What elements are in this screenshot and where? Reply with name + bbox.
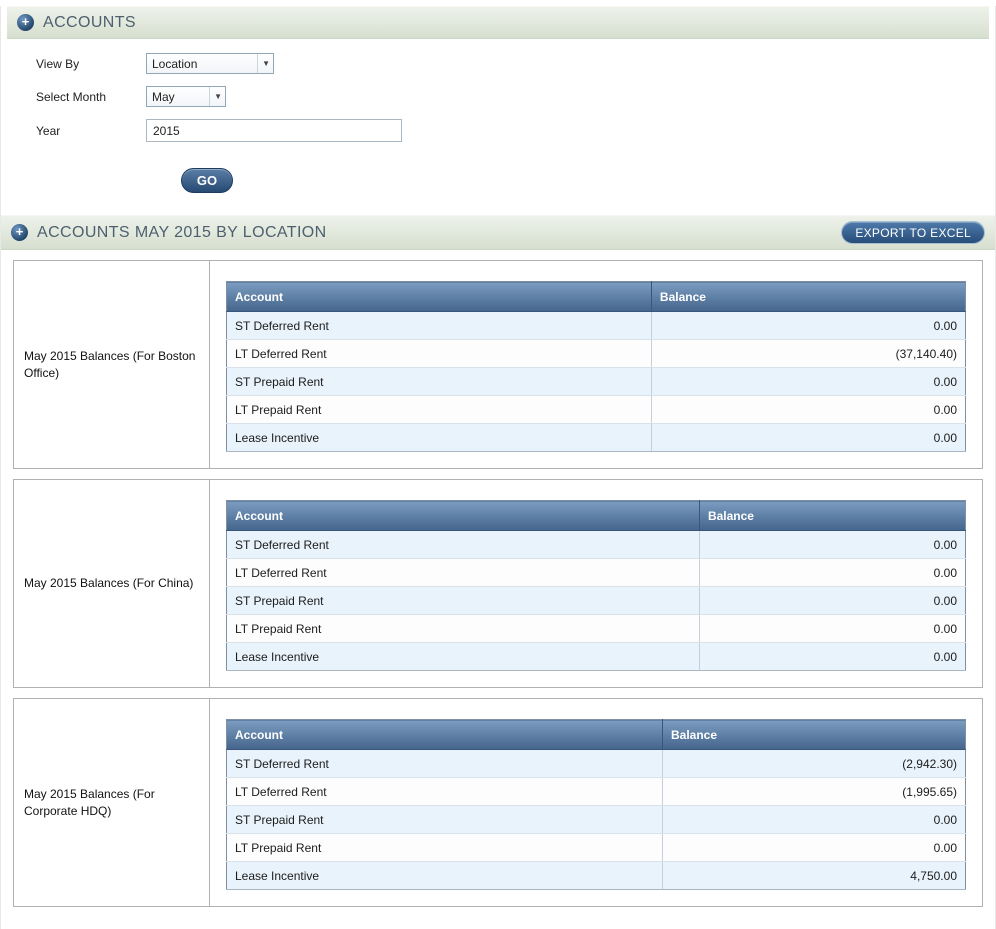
balance-cell: 0.00 (662, 833, 966, 862)
balance-cell: (37,140.40) (651, 339, 966, 368)
panel-table-area: Account Balance ST Deferred Rent 0.00 LT D… (210, 480, 982, 687)
table-row: ST Prepaid Rent 0.00 (226, 805, 966, 834)
balances-table: Account Balance ST Deferred Rent 0.00 LT D… (226, 281, 966, 452)
account-cell: ST Prepaid Rent (226, 367, 652, 396)
select-month-label: Select Month (36, 89, 107, 104)
export-to-excel-button[interactable]: EXPORT TO EXCEL (841, 221, 985, 244)
panel-table-area: Account Balance ST Deferred Rent (2,942.3… (210, 699, 982, 906)
balances-table: Account Balance ST Deferred Rent 0.00 LT D… (226, 500, 966, 671)
table-header-row: Account Balance (226, 719, 966, 750)
account-cell: ST Deferred Rent (226, 749, 663, 778)
table-body: ST Deferred Rent (2,942.30) LT Deferred Re… (226, 749, 966, 890)
account-cell: ST Deferred Rent (226, 530, 700, 559)
month-selected-value: May (152, 89, 175, 104)
balance-cell: 0.00 (651, 395, 966, 424)
accounts-filter-form: View By Location ▼ Select Month May ▼ Ye… (1, 39, 995, 193)
balance-cell: 0.00 (699, 586, 966, 615)
table-row: LT Prepaid Rent 0.00 (226, 614, 966, 643)
balance-cell: (2,942.30) (662, 749, 966, 778)
year-label: Year (36, 123, 61, 138)
balance-cell: 0.00 (699, 558, 966, 587)
account-cell: LT Deferred Rent (226, 339, 652, 368)
account-cell: LT Deferred Rent (226, 777, 663, 806)
table-row: ST Deferred Rent 0.00 (226, 311, 966, 340)
results-section-header: + ACCOUNTS MAY 2015 BY LOCATION EXPORT T… (1, 215, 995, 250)
table-body: ST Deferred Rent 0.00 LT Deferred Rent (37,… (226, 311, 966, 452)
balance-cell: 0.00 (662, 805, 966, 834)
page: + ACCOUNTS View By Location ▼ Select Mon… (0, 6, 996, 929)
balance-cell: 4,750.00 (662, 861, 966, 890)
balance-cell: 0.00 (699, 614, 966, 643)
balance-cell: 0.00 (699, 530, 966, 559)
table-row: Lease Incentive 4,750.00 (226, 861, 966, 890)
column-header-balance: Balance (650, 281, 966, 312)
balance-panel: May 2015 Balances (For Boston Office) Ac… (13, 260, 983, 469)
account-cell: LT Prepaid Rent (226, 614, 700, 643)
balance-panel: May 2015 Balances (For Corporate HDQ) Ac… (13, 698, 983, 907)
balance-cell: 0.00 (651, 423, 966, 452)
account-cell: Lease Incentive (226, 861, 663, 890)
chevron-down-icon: ▼ (209, 87, 222, 106)
table-row: ST Prepaid Rent 0.00 (226, 586, 966, 615)
panel-title: May 2015 Balances (For China) (14, 480, 210, 687)
panel-title: May 2015 Balances (For Boston Office) (14, 261, 210, 468)
view-by-label: View By (36, 56, 80, 71)
account-cell: ST Prepaid Rent (226, 805, 663, 834)
balances-table: Account Balance ST Deferred Rent (2,942.3… (226, 719, 966, 890)
accounts-section-title: ACCOUNTS (43, 13, 136, 31)
table-row: Lease Incentive 0.00 (226, 423, 966, 452)
table-row: LT Prepaid Rent 0.00 (226, 395, 966, 424)
table-row: ST Deferred Rent (2,942.30) (226, 749, 966, 778)
table-header-row: Account Balance (226, 281, 966, 312)
chevron-down-icon: ▼ (257, 54, 270, 73)
account-cell: ST Deferred Rent (226, 311, 652, 340)
balance-cell: (1,995.65) (662, 777, 966, 806)
account-cell: LT Prepaid Rent (226, 833, 663, 862)
account-cell: LT Deferred Rent (226, 558, 700, 587)
account-cell: ST Prepaid Rent (226, 586, 700, 615)
balance-cell: 0.00 (699, 642, 966, 671)
go-button[interactable]: GO (181, 168, 233, 193)
column-header-balance: Balance (662, 719, 966, 750)
account-cell: LT Prepaid Rent (226, 395, 652, 424)
results-section-title: ACCOUNTS MAY 2015 BY LOCATION (37, 223, 327, 241)
table-row: LT Deferred Rent (1,995.65) (226, 777, 966, 806)
month-select[interactable]: May ▼ (146, 86, 226, 107)
accounts-section-header: + ACCOUNTS (7, 6, 989, 39)
balance-cell: 0.00 (651, 311, 966, 340)
column-header-account: Account (226, 719, 663, 750)
view-by-selected-value: Location (152, 56, 198, 71)
column-header-account: Account (226, 281, 652, 312)
table-header-row: Account Balance (226, 500, 966, 531)
year-input[interactable] (146, 119, 402, 142)
table-row: ST Prepaid Rent 0.00 (226, 367, 966, 396)
account-cell: Lease Incentive (226, 423, 652, 452)
balance-cell: 0.00 (651, 367, 966, 396)
panel-table-area: Account Balance ST Deferred Rent 0.00 LT D… (210, 261, 982, 468)
table-row: Lease Incentive 0.00 (226, 642, 966, 671)
select-month-row: Select Month May ▼ (36, 86, 995, 107)
account-cell: Lease Incentive (226, 642, 700, 671)
column-header-account: Account (226, 500, 700, 531)
balance-panel: May 2015 Balances (For China) Account Ba… (13, 479, 983, 688)
view-by-select[interactable]: Location ▼ (146, 53, 274, 74)
panel-title: May 2015 Balances (For Corporate HDQ) (14, 699, 210, 906)
table-row: LT Deferred Rent (37,140.40) (226, 339, 966, 368)
expand-results-icon[interactable]: + (11, 224, 28, 241)
panels-container: May 2015 Balances (For Boston Office) Ac… (1, 250, 995, 907)
year-row: Year (36, 119, 995, 142)
table-body: ST Deferred Rent 0.00 LT Deferred Rent 0.00… (226, 530, 966, 671)
table-row: LT Deferred Rent 0.00 (226, 558, 966, 587)
table-row: ST Deferred Rent 0.00 (226, 530, 966, 559)
view-by-row: View By Location ▼ (36, 53, 995, 74)
table-row: LT Prepaid Rent 0.00 (226, 833, 966, 862)
column-header-balance: Balance (698, 500, 966, 531)
expand-accounts-icon[interactable]: + (17, 14, 34, 31)
